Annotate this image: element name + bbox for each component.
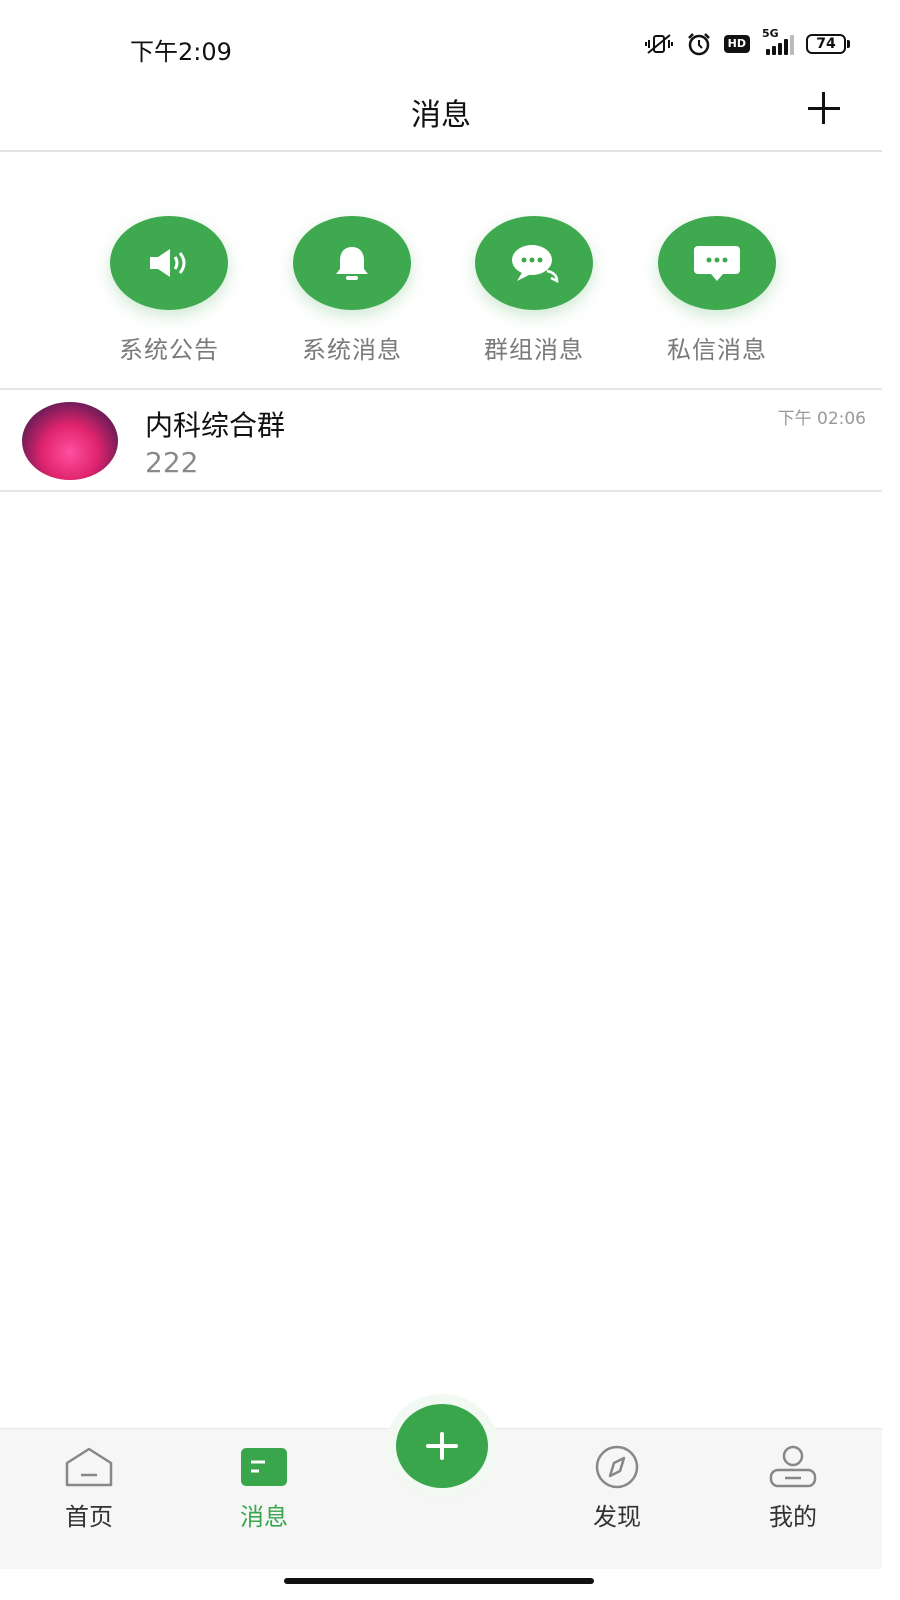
conversation-row[interactable]: 内科综合群 222 下午 02:06: [0, 390, 882, 490]
tab-label: 发现: [593, 1503, 641, 1531]
conversation-list: 内科综合群 222 下午 02:06: [0, 388, 882, 492]
home-indicator: [284, 1578, 594, 1584]
speaker-icon: [110, 216, 228, 310]
entry-label: 群组消息: [484, 336, 584, 364]
header: 消息: [0, 70, 882, 152]
quick-entries: 系统公告 系统消息 群组消息 私信消息: [0, 150, 882, 388]
entry-label: 系统消息: [302, 336, 402, 364]
tab-messages[interactable]: 消息: [204, 1439, 324, 1532]
add-button[interactable]: [804, 88, 844, 128]
tab-home[interactable]: 首页: [29, 1439, 149, 1532]
alarm-icon: [686, 32, 712, 56]
divider: [0, 490, 882, 492]
page-title: 消息: [411, 98, 471, 133]
network-label: 5G: [762, 27, 779, 40]
battery-icon: 74: [806, 34, 850, 54]
tab-label: 我的: [769, 1503, 817, 1531]
avatar: [22, 402, 118, 480]
tab-label: 消息: [240, 1503, 288, 1531]
hd-icon: HD: [723, 35, 750, 53]
entry-label: 系统公告: [119, 336, 219, 364]
bell-icon: [293, 216, 411, 310]
center-add-button[interactable]: [396, 1404, 488, 1488]
compass-icon: [557, 1439, 677, 1495]
entry-group-message[interactable]: 群组消息: [459, 216, 609, 365]
tab-discover[interactable]: 发现: [557, 1439, 677, 1532]
conversation-title: 内科综合群: [145, 409, 286, 442]
status-time: 下午2:09: [130, 38, 232, 66]
battery-level: 74: [806, 34, 846, 54]
vibrate-off-icon: [644, 33, 674, 55]
entry-system-announcement[interactable]: 系统公告: [94, 216, 244, 365]
conversation-time: 下午 02:06: [777, 409, 866, 429]
entry-private-message[interactable]: 私信消息: [642, 216, 792, 365]
entry-system-message[interactable]: 系统消息: [277, 216, 427, 365]
signal-icon: 5G: [762, 27, 794, 55]
conversation-last-message: 222: [145, 446, 199, 479]
home-icon: [29, 1439, 149, 1495]
chat-bubble-icon: [475, 216, 593, 310]
message-tab-icon: [204, 1439, 324, 1495]
profile-icon: [733, 1439, 853, 1495]
tab-label: 首页: [65, 1503, 113, 1531]
status-icons: HD 5G 74: [644, 27, 850, 56]
entry-label: 私信消息: [667, 336, 767, 364]
tab-profile[interactable]: 我的: [733, 1439, 853, 1532]
message-icon: [658, 216, 776, 310]
